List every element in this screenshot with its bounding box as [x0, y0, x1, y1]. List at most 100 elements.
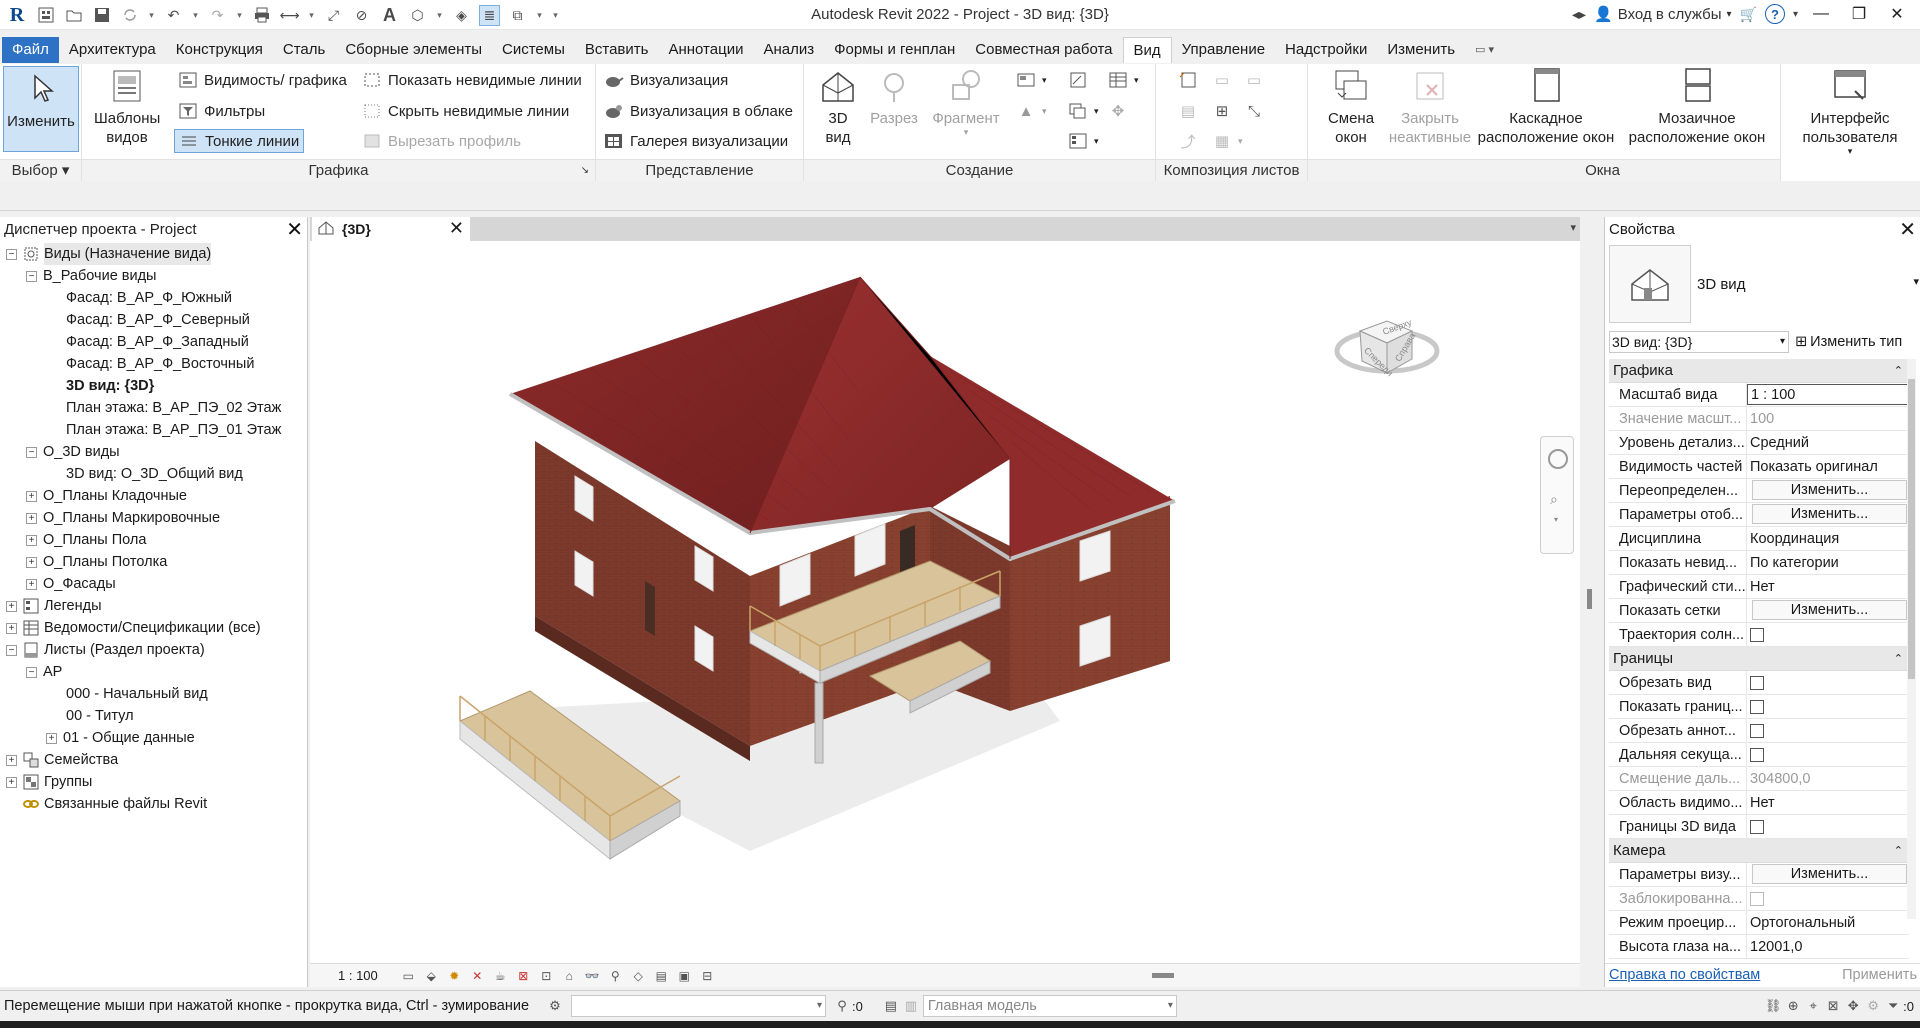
property-value[interactable]: Показать оригинал	[1747, 455, 1909, 478]
browser-item[interactable]: 00 - Титул	[0, 705, 307, 727]
matchline-button[interactable]: ⤡	[1244, 99, 1264, 123]
browser-item[interactable]: Фасад: В_АР_Ф_Западный	[0, 331, 307, 353]
maximize-button[interactable]: ❐	[1844, 4, 1874, 24]
browser-item[interactable]: Фасад: В_АР_Ф_Северный	[0, 309, 307, 331]
expand-icon[interactable]: +	[6, 622, 17, 634]
editable-only-icon[interactable]: ⚲	[832, 997, 852, 1015]
render-button[interactable]: Визуализация	[604, 68, 728, 92]
sun-path-icon[interactable]: ✹	[446, 968, 463, 984]
tab-collaborate[interactable]: Совместная работа	[965, 37, 1122, 63]
info-arrows-icon[interactable]: ◂▸	[1572, 6, 1586, 23]
expand-icon[interactable]: +	[6, 754, 17, 766]
tab-view[interactable]: Вид	[1122, 37, 1172, 63]
close-icon[interactable]: ✕	[1899, 217, 1916, 243]
duplicate-view-button[interactable]: ▾	[1068, 99, 1099, 123]
property-value[interactable]	[1747, 719, 1909, 742]
expand-icon[interactable]: +	[26, 490, 37, 502]
design-option-selector[interactable]: Главная модель ▾	[922, 995, 1177, 1017]
tab-file[interactable]: Файл	[2, 37, 59, 63]
select-pinned-icon[interactable]: ⌖	[1803, 997, 1823, 1015]
editing-requests-icon[interactable]: ▥	[901, 997, 921, 1015]
property-value[interactable]	[1747, 671, 1909, 694]
property-group-header[interactable]: Камера ⌃	[1609, 839, 1909, 863]
chevron-down-icon[interactable]: ▾	[535, 5, 544, 26]
view-3d-button[interactable]: 3D вид ▾	[812, 66, 866, 168]
render-dialog-icon[interactable]: ☕	[492, 968, 509, 984]
tab-precast[interactable]: Сборные элементы	[335, 37, 492, 63]
tab-structure[interactable]: Конструкция	[166, 37, 273, 63]
browser-item[interactable]: + Группы	[0, 771, 307, 793]
expand-icon[interactable]: +	[26, 534, 37, 546]
minimize-button[interactable]: —	[1806, 5, 1836, 23]
aligned-dimension-icon[interactable]: ⤢	[323, 5, 344, 26]
workset-selector[interactable]: ▾	[571, 995, 826, 1017]
property-group-header[interactable]: Границы ⌃	[1609, 647, 1909, 671]
reveal-hidden-icon[interactable]: ⚲	[607, 968, 624, 984]
property-value[interactable]	[1747, 743, 1909, 766]
model-canvas[interactable]: Сверху Справа Спереди ⌕ ▾	[310, 241, 1580, 963]
drafting-view-button[interactable]	[1068, 68, 1088, 92]
close-button[interactable]: ✕	[1882, 4, 1912, 24]
checkbox[interactable]	[1750, 628, 1764, 642]
chevron-down-icon[interactable]: ▾	[235, 5, 244, 26]
expand-icon[interactable]: +	[46, 732, 57, 744]
shadows-icon[interactable]: ✕	[469, 968, 486, 984]
plan-views-button[interactable]: ▾	[1016, 68, 1047, 92]
guide-grid-button[interactable]: ⊞	[1212, 99, 1232, 123]
detail-level-icon[interactable]: ▭	[400, 968, 417, 984]
visual-style-icon[interactable]: ⬙	[423, 968, 440, 984]
background-process-icon[interactable]: ⚙	[1863, 997, 1883, 1015]
revisions-button[interactable]: ▤	[1178, 99, 1198, 123]
checkbox[interactable]	[1750, 700, 1764, 714]
visibility-graphics-button[interactable]: Видимость/ графика	[178, 68, 347, 92]
browser-item[interactable]: + О_Планы Кладочные	[0, 485, 307, 507]
view-tab-3d[interactable]: {3D} ✕	[312, 217, 470, 241]
property-value[interactable]: Координация	[1747, 527, 1909, 550]
chevron-down-icon[interactable]: ▾	[147, 5, 156, 26]
browser-item[interactable]: 000 - Начальный вид	[0, 683, 307, 705]
browser-item[interactable]: − Листы (Раздел проекта)	[0, 639, 307, 661]
vertical-scrollbar[interactable]	[1587, 589, 1592, 609]
collapse-icon[interactable]: −	[6, 644, 17, 656]
select-links-icon[interactable]: ⛓	[1763, 997, 1783, 1015]
switch-windows-icon[interactable]: ⧉	[507, 5, 528, 26]
expand-icon[interactable]: +	[26, 578, 37, 590]
temp-hide-icon[interactable]: 👓	[584, 968, 601, 984]
browser-item[interactable]: − АР	[0, 661, 307, 683]
worksets-icon[interactable]: ⚙	[545, 997, 565, 1015]
legends-button[interactable]: ▾	[1068, 129, 1099, 153]
home-icon[interactable]	[35, 5, 56, 26]
close-inactive-button[interactable]: Закрыть неактивные	[1388, 66, 1472, 147]
thin-lines-icon[interactable]: ≣	[479, 4, 500, 26]
tab-list-icon[interactable]: ▾	[1570, 221, 1576, 234]
chevron-down-icon[interactable]: ▾	[1554, 515, 1558, 524]
browser-item[interactable]: План этажа: В_АР_ПЭ_02 Этаж	[0, 397, 307, 419]
browser-item[interactable]: + Ведомости/Спецификации (все)	[0, 617, 307, 639]
browser-item[interactable]: + О_Планы Маркировочные	[0, 507, 307, 529]
viewports-button[interactable]: ▦ ▾	[1212, 129, 1243, 153]
expand-icon[interactable]: +	[6, 600, 17, 612]
zoom-icon[interactable]: ⌕	[1550, 491, 1558, 508]
sheet-button[interactable]	[1178, 68, 1198, 92]
tab-manage[interactable]: Управление	[1172, 37, 1275, 63]
open-icon[interactable]	[63, 5, 84, 26]
property-value[interactable]: Изменить...	[1747, 479, 1909, 502]
text-icon[interactable]: A	[379, 5, 400, 26]
collapse-icon[interactable]: −	[6, 248, 17, 260]
chevron-down-icon[interactable]: ▾	[307, 5, 316, 26]
panel-select-label[interactable]: Выбор ▾	[0, 159, 81, 181]
tab-annotate[interactable]: Аннотации	[658, 37, 753, 63]
modify-button[interactable]: Изменить	[3, 66, 79, 152]
sync-icon[interactable]	[119, 5, 140, 26]
browser-item[interactable]: + О_Планы Пола	[0, 529, 307, 551]
section-icon[interactable]: ◈	[451, 5, 472, 26]
cart-icon[interactable]: 🛒	[1740, 6, 1757, 23]
tab-systems[interactable]: Системы	[492, 37, 575, 63]
show-hidden-lines-button[interactable]: Показать невидимые линии	[362, 68, 582, 92]
default-3d-view-icon[interactable]: ⬡	[407, 5, 428, 26]
sign-in-button[interactable]: 👤 Вход в службы ▾	[1594, 5, 1731, 24]
browser-item[interactable]: + О_Фасады	[0, 573, 307, 595]
viewcube[interactable]: Сверху Справа Спереди	[1332, 291, 1442, 381]
browser-item[interactable]: +01 - Общие данные	[0, 727, 307, 749]
redo-icon[interactable]: ↷	[207, 5, 228, 26]
